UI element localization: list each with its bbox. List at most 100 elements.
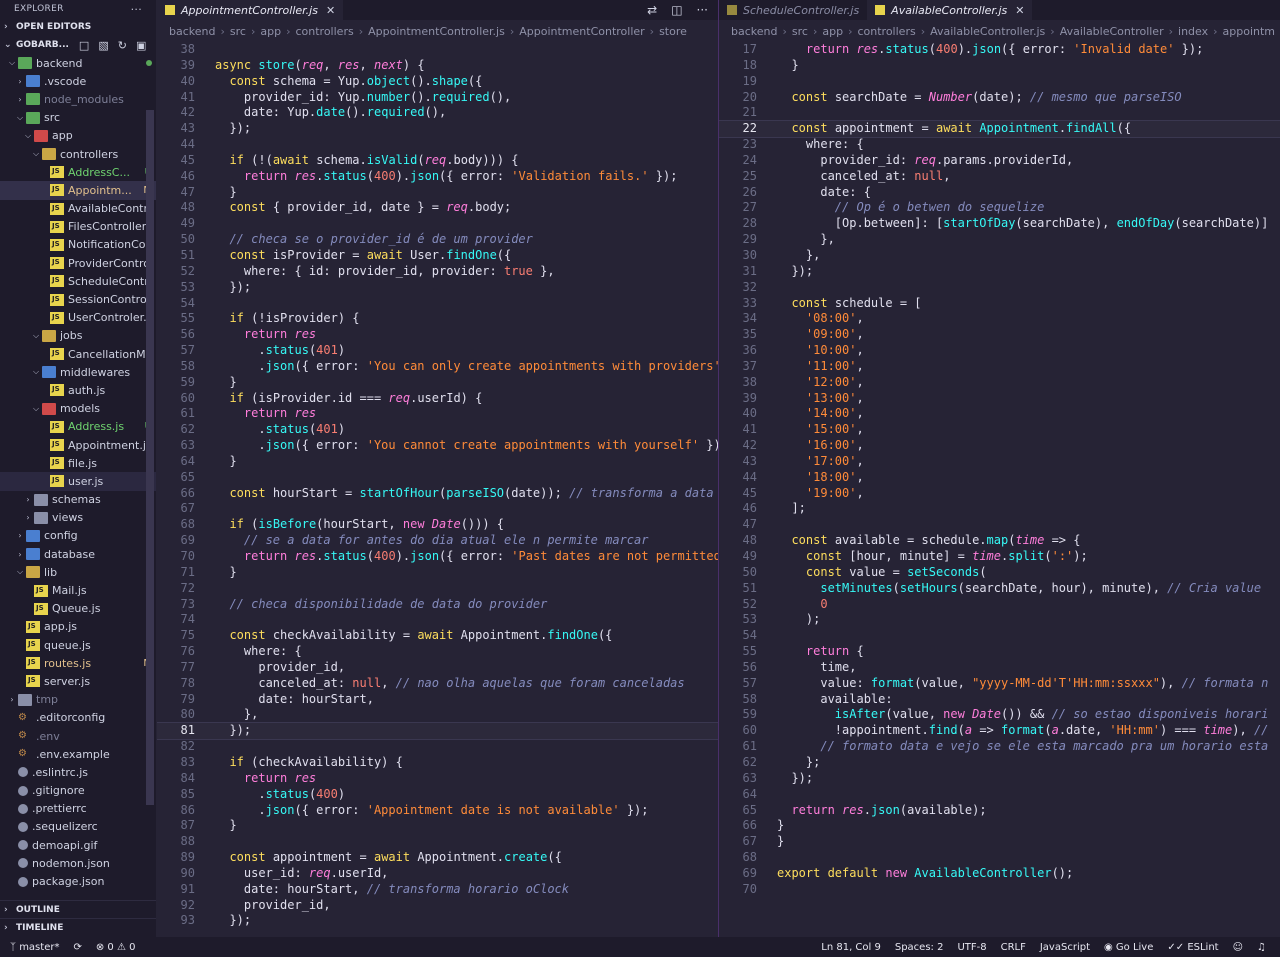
breadcrumb-item[interactable]: appointm [1223,25,1276,38]
go-live-button[interactable]: ◉ Go Live [1104,942,1153,953]
code-line[interactable]: 42 '16:00', [719,438,1280,454]
tree-folder[interactable]: › node_modules [0,90,156,108]
code-line[interactable]: 31 }); [719,264,1280,280]
code-line[interactable]: 19 [719,74,1280,90]
code-line[interactable]: 47 [719,517,1280,533]
refresh-icon[interactable]: ↻ [118,39,127,52]
code-line[interactable]: 42 date: Yup.date().required(), [157,105,718,121]
breadcrumb-item[interactable]: app [260,25,281,38]
code-line[interactable]: 66 const hourStart = startOfHour(parseIS… [157,486,718,502]
feedback-icon[interactable]: ☺ [1233,942,1243,953]
tree-file[interactable]: server.js [0,672,156,690]
code-line[interactable]: 38 '12:00', [719,375,1280,391]
tree-file[interactable]: queue.js [0,636,156,654]
code-line[interactable]: 58 .json({ error: 'You can only create a… [157,359,718,375]
code-line[interactable]: 35 '09:00', [719,327,1280,343]
sync-icon[interactable]: ⟳ [73,942,81,953]
code-line[interactable]: 52 where: { id: provider_id, provider: t… [157,264,718,280]
code-line[interactable]: 89 const appointment = await Appointment… [157,850,718,866]
new-file-icon[interactable]: □ [79,39,89,52]
tree-file[interactable]: Appointm...M [0,181,156,200]
tree-file[interactable]: package.json [0,872,156,890]
code-line[interactable]: 61 // formato data e vejo se ele esta ma… [719,739,1280,755]
code-line[interactable]: 70 return res.status(400).json({ error: … [157,549,718,565]
notifications-icon[interactable]: ♫ [1257,942,1266,953]
code-line[interactable]: 45 if (!(await schema.isValid(req.body))… [157,153,718,169]
code-line[interactable]: 36 '10:00', [719,343,1280,359]
git-branch[interactable]: ᛉ master* [10,942,59,953]
code-line[interactable]: 91 date: hourStart, // transforma horari… [157,882,718,898]
tree-file[interactable]: Address.jsU [0,418,156,436]
breadcrumb-item[interactable]: src [230,25,246,38]
code-line[interactable]: 28 [Op.between]: [startOfDay(searchDate)… [719,216,1280,232]
code-line[interactable]: 51 const isProvider = await User.findOne… [157,248,718,264]
tree-file[interactable]: routes.jsM [0,654,156,672]
code-line[interactable]: 86 .json({ error: 'Appointment date is n… [157,803,718,819]
code-line[interactable]: 18 } [719,58,1280,74]
outline-section[interactable]: › OUTLINE [0,900,156,918]
code-line[interactable]: 61 return res [157,406,718,422]
code-line[interactable]: 23 where: { [719,137,1280,153]
tree-file[interactable]: auth.js [0,381,156,399]
code-line[interactable]: 63 .json({ error: 'You cannot create app… [157,438,718,454]
tree-file[interactable]: file.js [0,454,156,472]
code-line[interactable]: 82 [157,739,718,755]
code-line[interactable]: 87 } [157,818,718,834]
tree-file[interactable]: user.js [0,472,156,491]
breadcrumb-item[interactable]: backend [169,25,215,38]
tree-file[interactable]: ⚙ .env.example [0,745,156,763]
code-line[interactable]: 85 .status(400) [157,787,718,803]
code-line[interactable]: 21 [719,105,1280,121]
code-line[interactable]: 41 '15:00', [719,422,1280,438]
code-line[interactable]: 81 }); [157,722,718,741]
tree-file[interactable]: CancellationMa... [0,345,156,363]
breadcrumb-item[interactable]: controllers [857,25,915,38]
tab-available-controller[interactable]: AvailableController.js ✕ [867,0,1033,20]
code-line[interactable]: 43 '17:00', [719,454,1280,470]
tree-folder[interactable]: ⌵ src [0,109,156,127]
code-line[interactable]: 53 ); [719,612,1280,628]
code-line[interactable]: 52 0 [719,597,1280,613]
new-folder-icon[interactable]: ▧ [98,39,108,52]
code-line[interactable]: 76 where: { [157,644,718,660]
breadcrumb-item[interactable]: src [792,25,808,38]
code-line[interactable]: 67} [719,834,1280,850]
code-line[interactable]: 72 [157,581,718,597]
code-line[interactable]: 48 const { provider_id, date } = req.bod… [157,200,718,216]
breadcrumb-item[interactable]: AppointmentController.js [368,25,505,38]
tree-folder[interactable]: ⌵ jobs [0,327,156,345]
breadcrumb-item[interactable]: AvailableController.js [930,25,1045,38]
tree-file[interactable]: .prettierrc [0,800,156,818]
code-line[interactable]: 34 '08:00', [719,311,1280,327]
code-line[interactable]: 68 if (isBefore(hourStart, new Date())) … [157,517,718,533]
code-line[interactable]: 54 [157,296,718,312]
code-line[interactable]: 29 }, [719,232,1280,248]
code-line[interactable]: 60 !appointment.find(a => format(a.date,… [719,723,1280,739]
tree-folder[interactable]: › tmp [0,691,156,709]
line-ending[interactable]: CRLF [1001,942,1026,953]
tree-folder[interactable]: › views [0,509,156,527]
code-line[interactable]: 78 canceled_at: null, // nao olha aquela… [157,676,718,692]
tree-file[interactable]: nodemon.json [0,854,156,872]
code-line[interactable]: 24 provider_id: req.params.providerId, [719,153,1280,169]
code-line[interactable]: 38 [157,42,718,58]
code-line[interactable]: 80 }, [157,707,718,723]
compare-changes-icon[interactable]: ⇄ [647,3,657,17]
code-line[interactable]: 33 const schedule = [ [719,296,1280,312]
tab-schedule-controller[interactable]: ScheduleController.js [719,0,867,20]
code-line[interactable]: 30 }, [719,248,1280,264]
encoding[interactable]: UTF-8 [957,942,986,953]
code-line[interactable]: 49 [157,216,718,232]
code-line[interactable]: 57 value: format(value, "yyyy-MM-dd'T'HH… [719,676,1280,692]
code-line[interactable]: 57 .status(401) [157,343,718,359]
breadcrumb-item[interactable]: store [659,25,687,38]
breadcrumb-item[interactable]: AvailableController [1060,25,1164,38]
more-actions-icon[interactable]: ··· [697,3,708,17]
open-editors-section[interactable]: › OPEN EDITORS [0,18,156,36]
code-line[interactable]: 74 [157,612,718,628]
breadcrumb-item[interactable]: index [1178,25,1208,38]
code-line[interactable]: 32 [719,280,1280,296]
split-editor-icon[interactable]: ◫ [671,3,682,17]
tree-file[interactable]: Appointment.js [0,436,156,454]
code-line[interactable]: 59 isAfter(value, new Date()) && // so e… [719,707,1280,723]
